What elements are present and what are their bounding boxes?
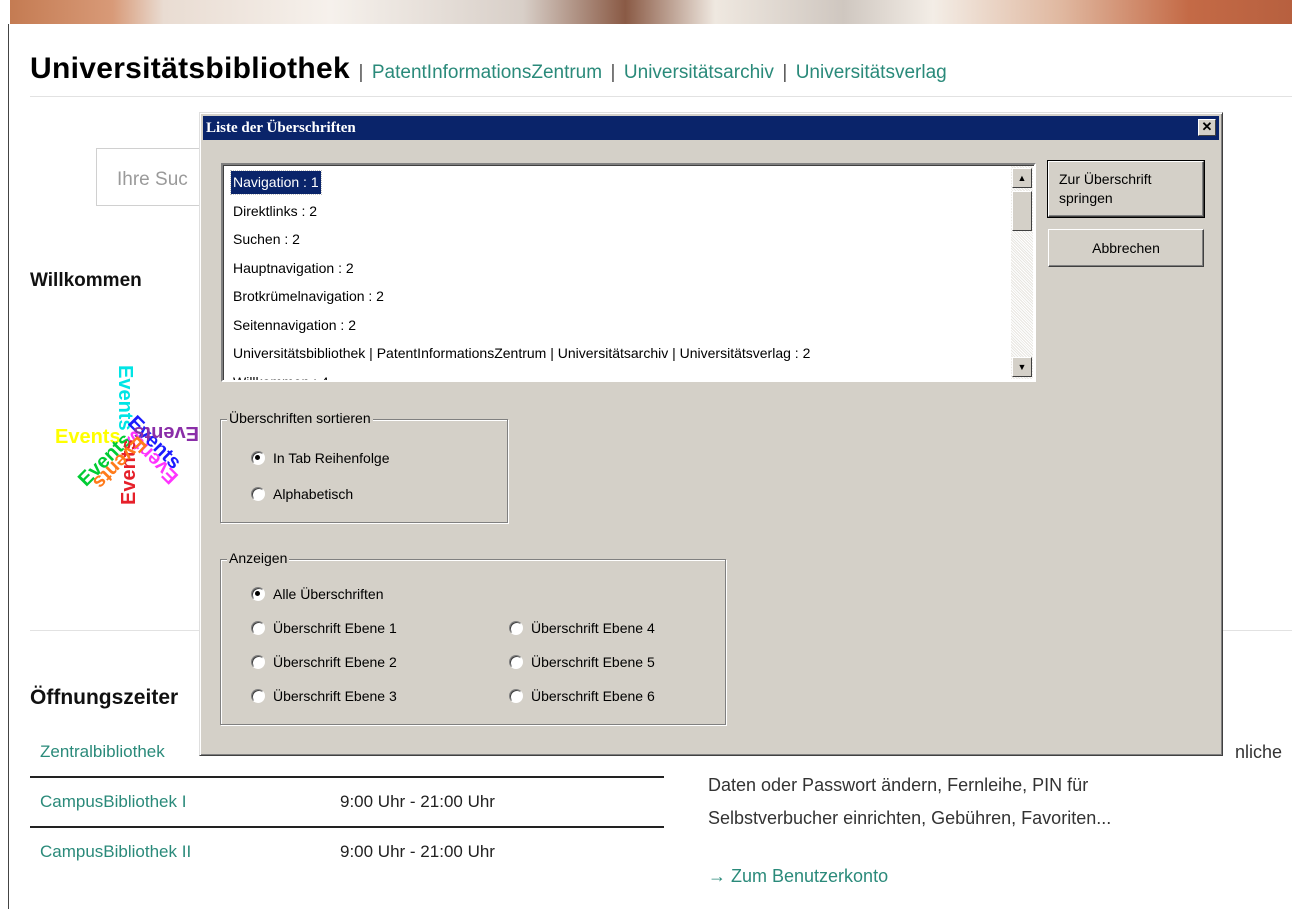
list-item-label: Willkommen : 4 <box>233 373 329 382</box>
opening-hours-heading: Öffnungszeiter <box>30 686 179 709</box>
site-title[interactable]: Universitätsbibliothek <box>30 52 350 85</box>
site-header: Universitätsbibliothek | PatentInformati… <box>30 52 947 86</box>
header-divider <box>30 96 1292 97</box>
page-border <box>8 24 9 909</box>
radio-button-icon <box>251 621 265 635</box>
list-item[interactable]: Willkommen : 4 <box>231 371 1002 382</box>
radio-label: Überschrift Ebene 3 <box>273 688 397 704</box>
radio-button-icon <box>251 655 265 669</box>
search-placeholder: Ihre Suc <box>117 169 188 190</box>
link-universitaetsarchiv[interactable]: Universitätsarchiv <box>624 62 774 83</box>
dialog-titlebar[interactable]: Liste der Überschriften ✕ <box>203 116 1219 140</box>
radio-label: In Tab Reihenfolge <box>273 450 390 466</box>
separator: | <box>610 62 616 83</box>
radio-button-icon <box>251 587 265 601</box>
radio-label: Alle Überschriften <box>273 586 384 602</box>
list-item[interactable]: Navigation : 1 <box>230 170 1002 200</box>
triangle-down-icon: ▼ <box>1017 362 1027 372</box>
radio-level-3[interactable]: Überschrift Ebene 3 <box>251 688 397 704</box>
radio-label: Überschrift Ebene 4 <box>531 620 655 636</box>
radio-alphabetical[interactable]: Alphabetisch <box>251 486 353 502</box>
cancel-button[interactable]: Abbrechen <box>1048 229 1204 267</box>
opening-time: 9:00 Uhr - 21:00 Uhr <box>340 792 495 811</box>
welcome-heading: Willkommen <box>30 270 142 291</box>
radio-label: Alphabetisch <box>273 486 354 502</box>
radio-tab-order[interactable]: In Tab Reihenfolge <box>251 450 390 466</box>
radio-button-icon <box>251 487 265 501</box>
headings-list-dialog: Liste der Überschriften ✕ Navigation : 1… <box>199 112 1223 756</box>
list-item-label: Suchen : 2 <box>233 231 300 247</box>
account-line: Daten oder Passwort ändern, Fernleihe, P… <box>708 775 1089 795</box>
triangle-up-icon: ▲ <box>1017 173 1027 183</box>
list-item-label: Seitennavigation : 2 <box>233 316 356 333</box>
table-row: CampusBibliothek II 9:00 Uhr - 21:00 Uhr <box>30 828 664 878</box>
scroll-up-button[interactable]: ▲ <box>1012 168 1032 188</box>
show-headings-group: Anzeigen Alle Überschriften Überschrift … <box>220 550 726 725</box>
radio-label: Überschrift Ebene 6 <box>531 688 655 704</box>
library-link[interactable]: CampusBibliothek I <box>40 792 186 812</box>
radio-label: Überschrift Ebene 2 <box>273 654 397 670</box>
header-banner-image <box>10 0 1292 24</box>
list-item-label: Navigation : 1 <box>230 170 322 195</box>
table-row: CampusBibliothek I 9:00 Uhr - 21:00 Uhr <box>30 778 664 828</box>
list-item[interactable]: Hauptnavigation : 2 <box>231 257 1002 286</box>
scroll-thumb[interactable] <box>1012 191 1032 231</box>
radio-label: Überschrift Ebene 5 <box>531 654 655 670</box>
radio-level-6[interactable]: Überschrift Ebene 6 <box>509 688 655 704</box>
library-link[interactable]: Zentralbibliothek <box>40 742 165 762</box>
events-logo[interactable]: Events Events Events Events Events Event… <box>52 360 202 510</box>
list-item[interactable]: Universitätsbibliothek | PatentInformati… <box>231 342 1002 371</box>
list-scrollbar[interactable]: ▲ ▼ <box>1011 166 1033 379</box>
list-item[interactable]: Direktlinks : 2 <box>231 200 1002 229</box>
account-line: Selbstverbucher einrichten, Gebühren, Fa… <box>708 808 1112 828</box>
radio-label: Überschrift Ebene 1 <box>273 620 397 636</box>
radio-button-icon <box>509 655 523 669</box>
radio-button-icon <box>509 621 523 635</box>
headings-list: Navigation : 1 Direktlinks : 2 Suchen : … <box>230 170 1002 382</box>
link-patentinformationszentrum[interactable]: PatentInformationsZentrum <box>372 62 602 83</box>
account-link[interactable]: → Zum Benutzerkonto <box>708 866 888 887</box>
sort-headings-group: Überschriften sortieren In Tab Reihenfol… <box>220 410 508 523</box>
list-item-label: Direktlinks : 2 <box>233 202 318 219</box>
list-item[interactable]: Suchen : 2 <box>231 228 1002 257</box>
group-legend: Überschriften sortieren <box>227 410 373 426</box>
radio-level-2[interactable]: Überschrift Ebene 2 <box>251 654 397 670</box>
opening-time: 9:00 Uhr - 21:00 Uhr <box>340 842 495 861</box>
list-item-label: Brotkrümelnavigation : 2 <box>233 288 384 304</box>
radio-level-4[interactable]: Überschrift Ebene 4 <box>509 620 655 636</box>
jump-to-heading-button[interactable]: Zur Überschrift springen <box>1047 160 1205 218</box>
radio-button-icon <box>251 689 265 703</box>
close-button[interactable]: ✕ <box>1198 119 1216 136</box>
link-universitaetsverlag[interactable]: Universitätsverlag <box>796 62 947 83</box>
radio-level-5[interactable]: Überschrift Ebene 5 <box>509 654 655 670</box>
radio-button-icon <box>509 689 523 703</box>
list-item-label: Universitätsbibliothek | PatentInformati… <box>233 345 811 361</box>
dialog-title: Liste der Überschriften <box>206 120 356 136</box>
library-link[interactable]: CampusBibliothek II <box>40 842 191 862</box>
scroll-down-button[interactable]: ▼ <box>1012 357 1032 377</box>
headings-listbox[interactable]: Navigation : 1 Direktlinks : 2 Suchen : … <box>221 163 1036 382</box>
separator: | <box>782 62 788 83</box>
radio-level-1[interactable]: Überschrift Ebene 1 <box>251 620 397 636</box>
list-item[interactable]: Seitennavigation : 2 <box>231 314 1002 343</box>
separator: | <box>358 62 364 83</box>
list-item-label: Hauptnavigation : 2 <box>233 259 354 276</box>
close-icon: ✕ <box>1201 119 1213 134</box>
radio-all-headings[interactable]: Alle Überschriften <box>251 586 384 602</box>
group-legend: Anzeigen <box>227 550 290 566</box>
radio-button-icon <box>251 451 265 465</box>
list-item[interactable]: Brotkrümelnavigation : 2 <box>231 285 1002 314</box>
